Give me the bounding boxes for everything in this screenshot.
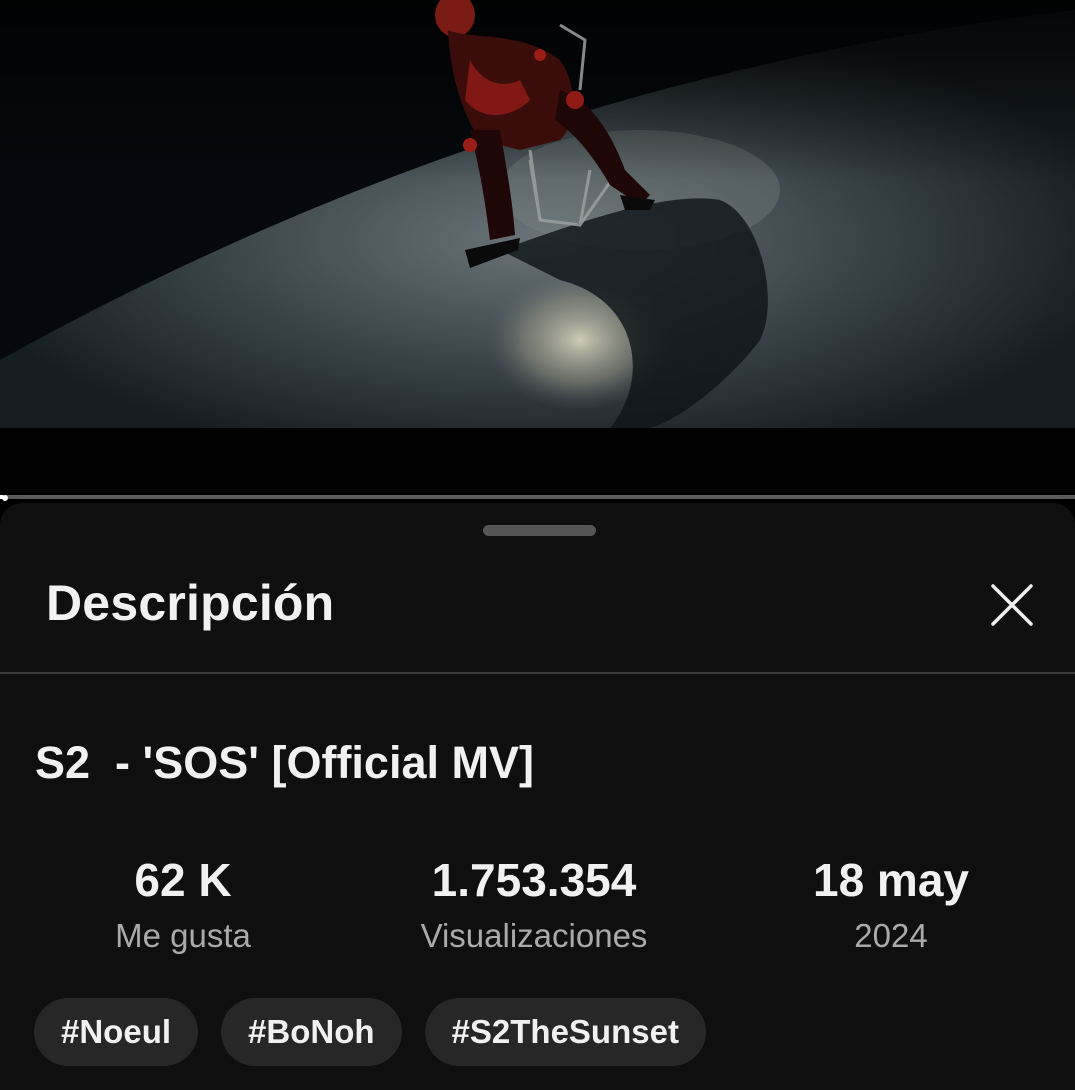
likes-label: Me gusta [115, 917, 251, 954]
video-progress-scrubber[interactable] [2, 495, 8, 501]
views-count: 1.753.354 [431, 854, 637, 906]
video-frame-image [0, 0, 1075, 428]
sheet-drag-handle[interactable] [483, 525, 596, 536]
hashtag-chip[interactable]: #S2TheSunset [424, 998, 706, 1066]
video-title: S2 - 'SOS' [Official MV] [35, 737, 534, 788]
hashtag-chip[interactable]: #BoNoh [221, 998, 402, 1066]
views-label: Visualizaciones [420, 917, 648, 954]
sheet-title: Descripción [46, 575, 335, 631]
upload-date-day: 18 may [812, 854, 969, 906]
upload-date-year: 2024 [854, 917, 928, 954]
video-stats: 62 K Me gusta 1.753.354 Visualizaciones … [0, 851, 1075, 971]
video-player[interactable] [0, 0, 1075, 428]
app-screen: Descripción S2 - 'SOS' [Official MV] 62 … [0, 0, 1075, 1090]
close-button[interactable] [982, 575, 1042, 635]
close-icon [991, 584, 1033, 626]
upload-date-stat: 18 may 2024 [711, 851, 1071, 963]
video-letterbox [0, 428, 1075, 496]
views-stat: 1.753.354 Visualizaciones [354, 851, 714, 963]
sheet-divider [0, 672, 1075, 674]
hashtag-list: #Noeul #BoNoh #S2TheSunset [34, 998, 706, 1066]
likes-count: 62 K [134, 854, 232, 906]
likes-stat: 62 K Me gusta [3, 851, 363, 963]
video-progress-bar[interactable] [0, 495, 1075, 499]
hashtag-chip[interactable]: #Noeul [34, 998, 199, 1066]
description-sheet: Descripción S2 - 'SOS' [Official MV] 62 … [0, 503, 1075, 1090]
